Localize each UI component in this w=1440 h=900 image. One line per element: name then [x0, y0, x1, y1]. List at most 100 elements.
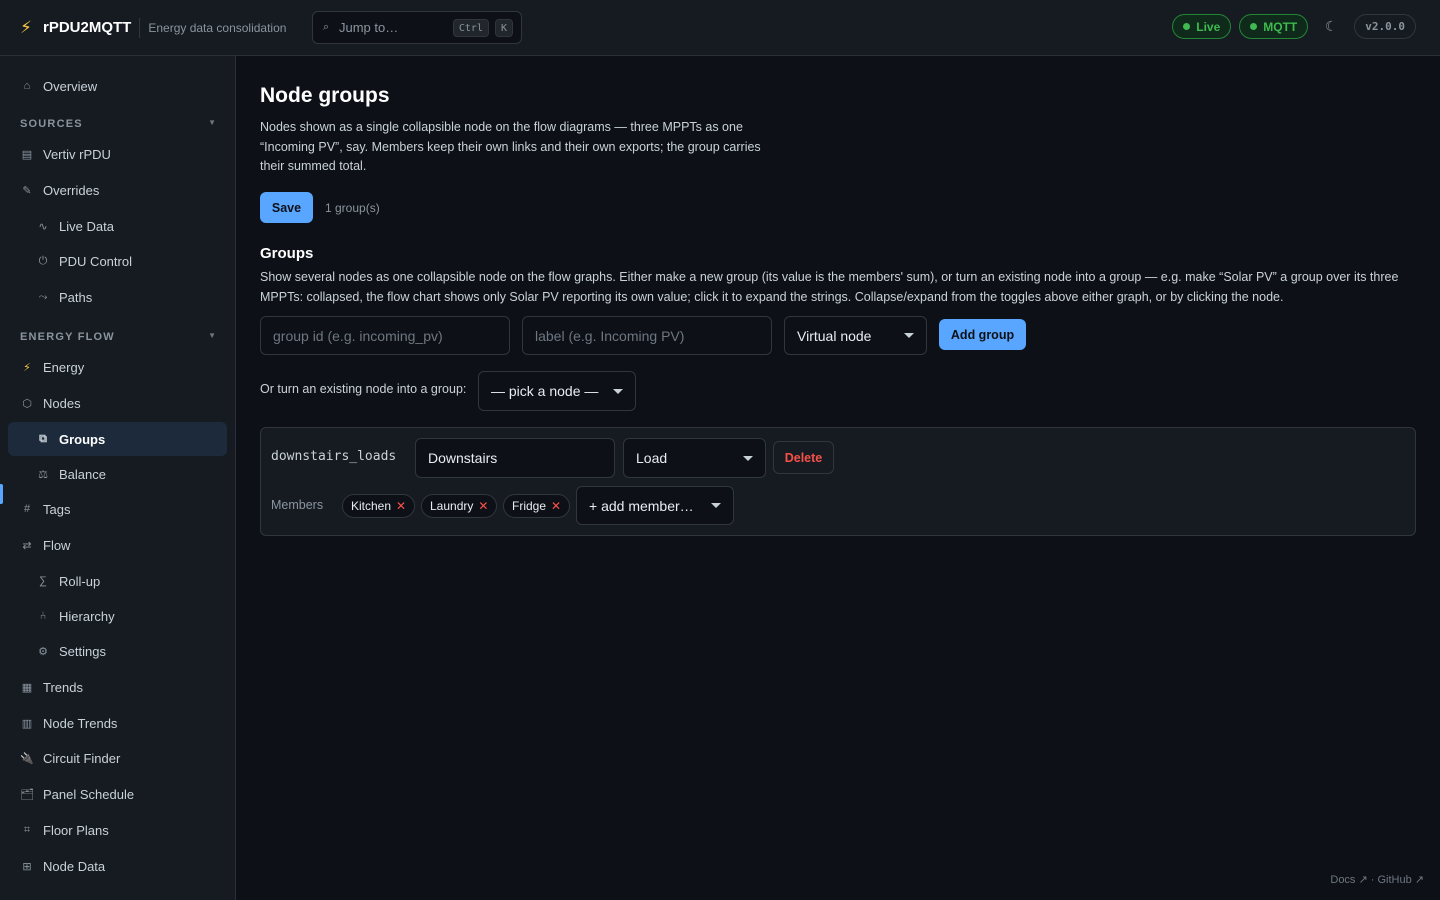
- chart-icon: ▥: [21, 717, 33, 730]
- jump-to-search[interactable]: ⌕ Jump to… Ctrl K: [312, 11, 522, 44]
- chart-icon: ▦: [21, 681, 33, 694]
- sidebar-item-label: Balance: [59, 466, 106, 482]
- group-id-input[interactable]: [260, 316, 510, 355]
- brand[interactable]: ⚡ rPDU2MQTT Energy data consolidation: [16, 17, 286, 38]
- chevron-down-icon: ▼: [208, 118, 216, 127]
- delete-group-button[interactable]: Delete: [773, 441, 834, 474]
- section-sources[interactable]: SOURCES ▼: [20, 118, 216, 130]
- remove-icon[interactable]: ✕: [396, 499, 406, 513]
- add-group-button[interactable]: Add group: [939, 319, 1026, 350]
- sidebar-item-label: Vertiv rPDU: [43, 146, 111, 162]
- sidebar-item-overview[interactable]: ⌂ Overview: [8, 69, 227, 103]
- live-status-badge[interactable]: Live: [1172, 14, 1232, 39]
- sidebar-item-node-data[interactable]: ⊞ Node Data: [8, 849, 227, 883]
- sidebar-item-label: Tags: [43, 501, 71, 517]
- member-chip: Kitchen ✕: [342, 494, 416, 518]
- sidebar-item-energy[interactable]: ⚡ Energy: [8, 350, 227, 384]
- scale-icon: ⚖: [38, 468, 48, 481]
- arrows-icon: ⇄: [22, 539, 32, 552]
- table-icon: ⊞: [22, 860, 32, 873]
- sidebar-item-floor-plans[interactable]: ⌗ Floor Plans: [8, 813, 227, 847]
- select-value: + add member…: [589, 497, 694, 514]
- chevron-down-icon: [613, 388, 623, 394]
- sidebar-item-label: Nodes: [43, 395, 81, 411]
- sidebar-item-panel-schedule[interactable]: 🗂 Panel Schedule: [8, 777, 227, 811]
- sidebar-item-live-data[interactable]: ∿ Live Data: [8, 209, 227, 243]
- group-type-select[interactable]: Virtual node: [784, 316, 927, 355]
- search-icon: ⌕: [323, 21, 330, 33]
- sidebar-item-circuit-finder[interactable]: 🔌 Circuit Finder: [8, 741, 227, 775]
- page-title: Node groups: [260, 84, 390, 107]
- app-name: rPDU2MQTT: [43, 19, 132, 36]
- kbd-k: K: [494, 18, 513, 37]
- pick-node-select[interactable]: — pick a node —: [478, 371, 636, 411]
- home-icon: ⌂: [23, 80, 31, 92]
- kbd-ctrl: Ctrl: [452, 18, 489, 37]
- bolt-icon: ⚡: [20, 17, 32, 37]
- convert-node-label: Or turn an existing node into a group:: [260, 382, 467, 396]
- sidebar-item-settings[interactable]: ⚙ Settings: [8, 634, 227, 668]
- group-count: 1 group(s): [325, 201, 380, 215]
- chevron-down-icon: [711, 503, 721, 508]
- remove-icon[interactable]: ✕: [551, 499, 561, 513]
- sidebar-item-flow[interactable]: ⇄ Flow: [8, 528, 227, 562]
- sidebar-item-label: Trends: [43, 679, 83, 695]
- sidebar-item-hierarchy[interactable]: ⑃ Hierarchy: [8, 599, 227, 633]
- group-label-input[interactable]: [522, 316, 772, 355]
- mqtt-status-badge[interactable]: MQTT: [1239, 14, 1309, 39]
- sidebar-item-label: Settings: [59, 643, 106, 659]
- sidebar-item-overrides[interactable]: ✎ Overrides: [8, 173, 227, 207]
- mqtt-status-label: MQTT: [1263, 19, 1298, 34]
- sidebar-item-label: Panel Schedule: [43, 786, 135, 802]
- plug-icon: 🔌: [20, 752, 34, 765]
- sidebar-item-label: Node Trends: [43, 715, 118, 731]
- add-member-select[interactable]: + add member…: [576, 486, 734, 525]
- sidebar-item-trends[interactable]: ▦ Trends: [8, 670, 227, 704]
- version-badge: v2.0.0: [1354, 14, 1416, 39]
- footer-links[interactable]: Docs ↗ · GitHub ↗: [1330, 873, 1424, 886]
- active-indicator: [0, 484, 3, 504]
- sidebar-item-label: Live Data: [59, 218, 114, 234]
- group-kind-select[interactable]: Load: [623, 438, 766, 478]
- hash-icon: #: [23, 503, 31, 515]
- bolt-icon: ⚡: [23, 361, 31, 374]
- sidebar-item-label: Circuit Finder: [43, 750, 121, 766]
- top-bar: ⚡ rPDU2MQTT Energy data consolidation ⌕ …: [0, 0, 1440, 56]
- member-chip: Laundry ✕: [421, 494, 498, 518]
- route-icon: ⤳: [38, 290, 48, 303]
- page-description: Nodes shown as a single collapsible node…: [260, 120, 761, 173]
- pencil-icon: ✎: [22, 184, 32, 197]
- moon-icon[interactable]: ☾: [1324, 18, 1338, 35]
- remove-icon[interactable]: ✕: [478, 499, 488, 513]
- member-name: Fridge: [512, 499, 547, 513]
- member-name: Laundry: [430, 499, 474, 513]
- brand-divider: [139, 17, 141, 38]
- sidebar-item-node-trends[interactable]: ▥ Node Trends: [8, 706, 227, 740]
- section-title: ENERGY FLOW: [20, 331, 115, 343]
- wave-icon: ∿: [38, 220, 48, 233]
- chevron-down-icon: [904, 333, 914, 338]
- section-energy-flow[interactable]: ENERGY FLOW ▼: [20, 331, 216, 343]
- hexagon-icon: ⬡: [22, 397, 32, 410]
- groups-heading: Groups: [260, 245, 314, 262]
- folder-icon: 🗂: [20, 788, 34, 801]
- sidebar-item-rollup[interactable]: ∑ Roll-up: [8, 564, 227, 598]
- group-label-field[interactable]: [415, 438, 615, 478]
- sidebar-item-label: Groups: [59, 431, 106, 447]
- sidebar-item-vertiv[interactable]: ▤ Vertiv rPDU: [8, 137, 227, 171]
- power-icon: ⏻: [38, 254, 48, 267]
- sidebar-item-paths[interactable]: ⤳ Paths: [8, 280, 227, 314]
- sidebar-item-nodes[interactable]: ⬡ Nodes: [8, 386, 227, 420]
- status-dot-icon: [1183, 23, 1191, 30]
- sidebar-item-groups[interactable]: ⧉ Groups: [8, 422, 227, 456]
- chevron-down-icon: [743, 455, 753, 461]
- member-chip: Fridge ✕: [503, 494, 571, 518]
- sidebar-item-pdu-control[interactable]: ⏻ PDU Control: [8, 244, 227, 278]
- sidebar-item-label: Flow: [43, 537, 71, 553]
- sidebar-item-balance[interactable]: ⚖ Balance: [8, 457, 227, 491]
- groups-description: Show several nodes as one collapsible no…: [260, 270, 1399, 304]
- group-id: downstairs_loads: [271, 449, 397, 464]
- gear-icon: ⚙: [38, 645, 48, 658]
- save-button[interactable]: Save: [260, 192, 313, 223]
- sidebar-item-tags[interactable]: # Tags: [8, 492, 227, 526]
